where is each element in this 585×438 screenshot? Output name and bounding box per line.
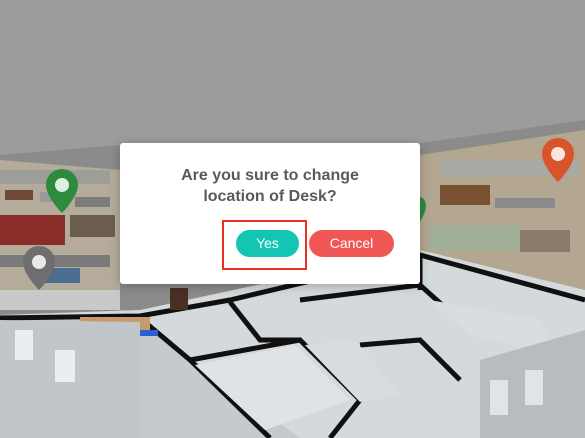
yes-button[interactable]: Yes xyxy=(236,230,299,257)
gray-map-pin-icon[interactable] xyxy=(22,245,56,291)
confirm-change-location-dialog: Are you sure to change location of Desk?… xyxy=(120,143,420,284)
green-map-pin-icon[interactable] xyxy=(45,168,79,214)
orange-map-pin-icon[interactable] xyxy=(541,137,575,183)
dialog-message: Are you sure to change location of Desk? xyxy=(181,167,359,205)
cancel-button[interactable]: Cancel xyxy=(309,230,394,257)
